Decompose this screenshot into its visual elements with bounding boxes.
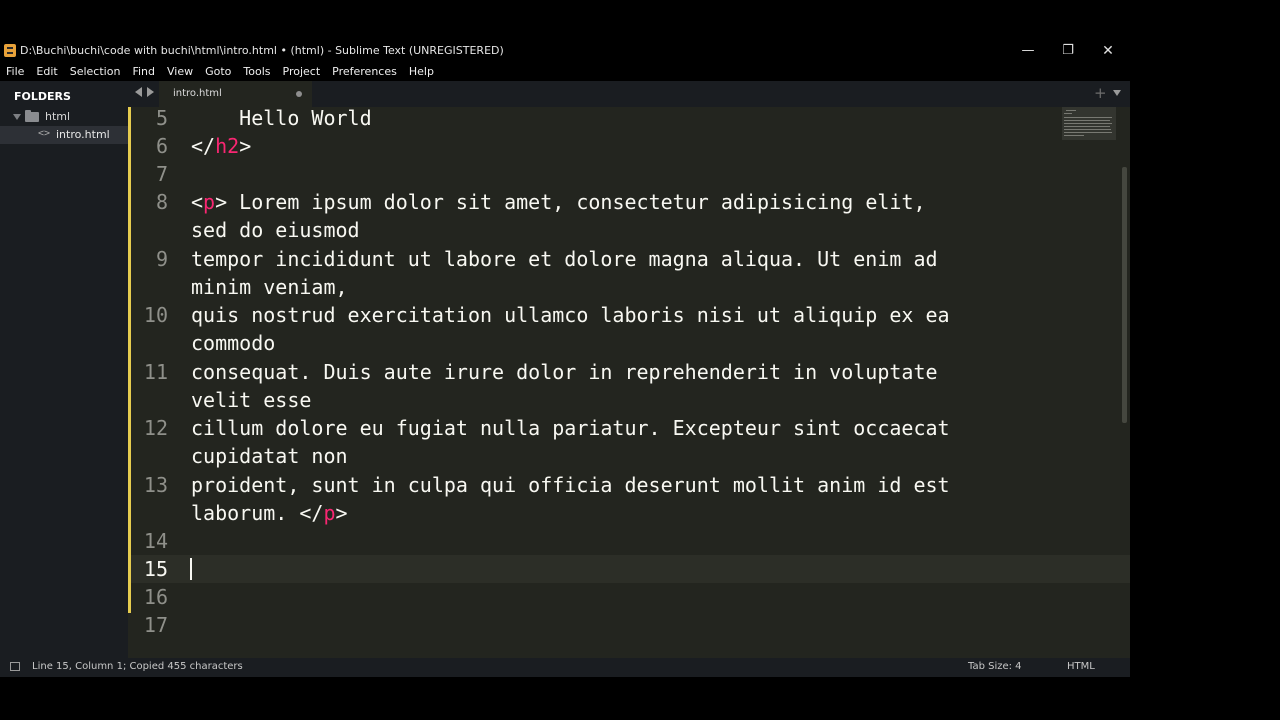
code-line-13-wrap: laborum. </p>: [191, 499, 348, 527]
minimap-line: [1064, 123, 1112, 124]
tag-bracket: <: [191, 190, 204, 214]
minimap-line: [1064, 117, 1112, 118]
menu-view[interactable]: View: [161, 65, 199, 78]
tag-name: h2: [215, 134, 240, 158]
code-line-8: <p> Lorem ipsum dolor sit amet, consecte…: [191, 188, 926, 216]
menu-help[interactable]: Help: [403, 65, 440, 78]
menu-goto[interactable]: Goto: [199, 65, 237, 78]
tab-next-icon[interactable]: [147, 87, 154, 97]
minimap-line: [1064, 129, 1111, 130]
line-number: 5: [155, 107, 168, 130]
sidebar-file-intro[interactable]: <> intro.html: [0, 126, 128, 144]
code-line-11-wrap: velit esse: [191, 388, 312, 412]
code-line-11: consequat. Duis aute irure dolor in repr…: [191, 360, 938, 384]
minimap-line: [1064, 135, 1084, 136]
line-number: 6: [155, 134, 168, 158]
file-label: intro.html: [56, 128, 110, 141]
status-bar: Line 15, Column 1; Copied 455 characters…: [0, 658, 1130, 677]
tag-bracket: </: [299, 501, 324, 525]
syntax-selector[interactable]: HTML: [1067, 661, 1095, 672]
close-button[interactable]: ✕: [1088, 40, 1128, 61]
sublime-logo-icon: [4, 44, 16, 57]
panel-toggle-icon[interactable]: [10, 662, 20, 671]
code-line-9: tempor incididunt ut labore et dolore ma…: [191, 247, 938, 271]
minimap-line: [1064, 120, 1110, 121]
menu-file[interactable]: File: [0, 65, 30, 78]
tag-name: p: [203, 190, 216, 214]
line-number: 13: [143, 473, 168, 497]
code-line-6: </h2>: [191, 132, 251, 160]
menu-preferences[interactable]: Preferences: [326, 65, 403, 78]
sidebar: FOLDERS html <> intro.html: [0, 81, 128, 658]
chevron-down-icon[interactable]: [13, 114, 21, 120]
code-line-12-wrap: cupidatat non: [191, 444, 348, 468]
menu-bar: File Edit Selection Find View Goto Tools…: [0, 61, 1130, 81]
code-editor[interactable]: 5 6 7 8 9 10 11 12 13 14 15 16 17 Hello …: [128, 107, 1130, 658]
menu-edit[interactable]: Edit: [30, 65, 63, 78]
line-number: 12: [143, 416, 168, 440]
tag-bracket: >: [239, 134, 252, 158]
menu-project[interactable]: Project: [277, 65, 327, 78]
line-number: 10: [143, 303, 168, 327]
minimap-line: [1066, 110, 1076, 111]
code-text: laborum.: [191, 501, 300, 525]
code-line-10-wrap: commodo: [191, 331, 276, 355]
folder-icon: [25, 110, 39, 122]
code-line-10: quis nostrud exercitation ullamco labori…: [191, 303, 950, 327]
folder-label: html: [45, 110, 71, 123]
code-line-9-wrap: minim veniam,: [191, 275, 348, 299]
tag-bracket: >: [215, 190, 228, 214]
text-caret: [190, 558, 192, 580]
sidebar-folder-html[interactable]: html: [0, 108, 128, 126]
code-line-12: cillum dolore eu fugiat nulla pariatur. …: [191, 416, 950, 440]
line-number-current: 15: [143, 557, 168, 581]
new-tab-icon[interactable]: +: [1094, 84, 1107, 102]
minimap-line: [1064, 132, 1112, 133]
line-number: 7: [155, 162, 168, 186]
code-file-icon: <>: [38, 128, 51, 139]
unsaved-dot-icon[interactable]: [296, 91, 302, 97]
sublime-window: D:\Buchi\buchi\code with buchi\html\intr…: [0, 40, 1130, 677]
title-bar: D:\Buchi\buchi\code with buchi\html\intr…: [0, 40, 1130, 61]
window-title: D:\Buchi\buchi\code with buchi\html\intr…: [20, 44, 504, 57]
tab-intro-html[interactable]: intro.html: [159, 81, 312, 107]
folders-header: FOLDERS: [14, 90, 71, 103]
minimize-button[interactable]: —: [1008, 40, 1048, 61]
tag-bracket: >: [335, 501, 348, 525]
minimap-line: [1064, 113, 1072, 114]
restore-button[interactable]: ❐: [1048, 40, 1088, 61]
tab-bar: intro.html +: [128, 81, 1130, 107]
menu-find[interactable]: Find: [126, 65, 161, 78]
code-line-5: Hello World: [191, 107, 372, 130]
tag-bracket: </: [191, 134, 216, 158]
tag-name: p: [323, 501, 336, 525]
tab-menu-icon[interactable]: [1113, 90, 1121, 96]
vertical-scrollbar[interactable]: [1122, 167, 1127, 423]
line-number: 14: [143, 529, 168, 553]
line-number: 17: [143, 613, 168, 637]
line-number: 16: [143, 585, 168, 609]
minimap-line: [1064, 126, 1110, 127]
minimap[interactable]: [1062, 107, 1116, 140]
line-number: 11: [143, 360, 168, 384]
code-line-8-wrap: sed do eiusmod: [191, 218, 360, 242]
menu-tools[interactable]: Tools: [237, 65, 276, 78]
code-text: Lorem ipsum dolor sit amet, consectetur …: [227, 190, 926, 214]
tab-prev-icon[interactable]: [135, 87, 142, 97]
menu-selection[interactable]: Selection: [64, 65, 127, 78]
tab-label: intro.html: [173, 88, 222, 99]
code-line-13: proident, sunt in culpa qui officia dese…: [191, 473, 950, 497]
status-message: Line 15, Column 1; Copied 455 characters: [32, 661, 243, 672]
tab-size-selector[interactable]: Tab Size: 4: [968, 661, 1022, 672]
line-number: 9: [155, 247, 168, 271]
current-line-highlight: [128, 555, 1130, 583]
line-number: 8: [155, 190, 168, 214]
